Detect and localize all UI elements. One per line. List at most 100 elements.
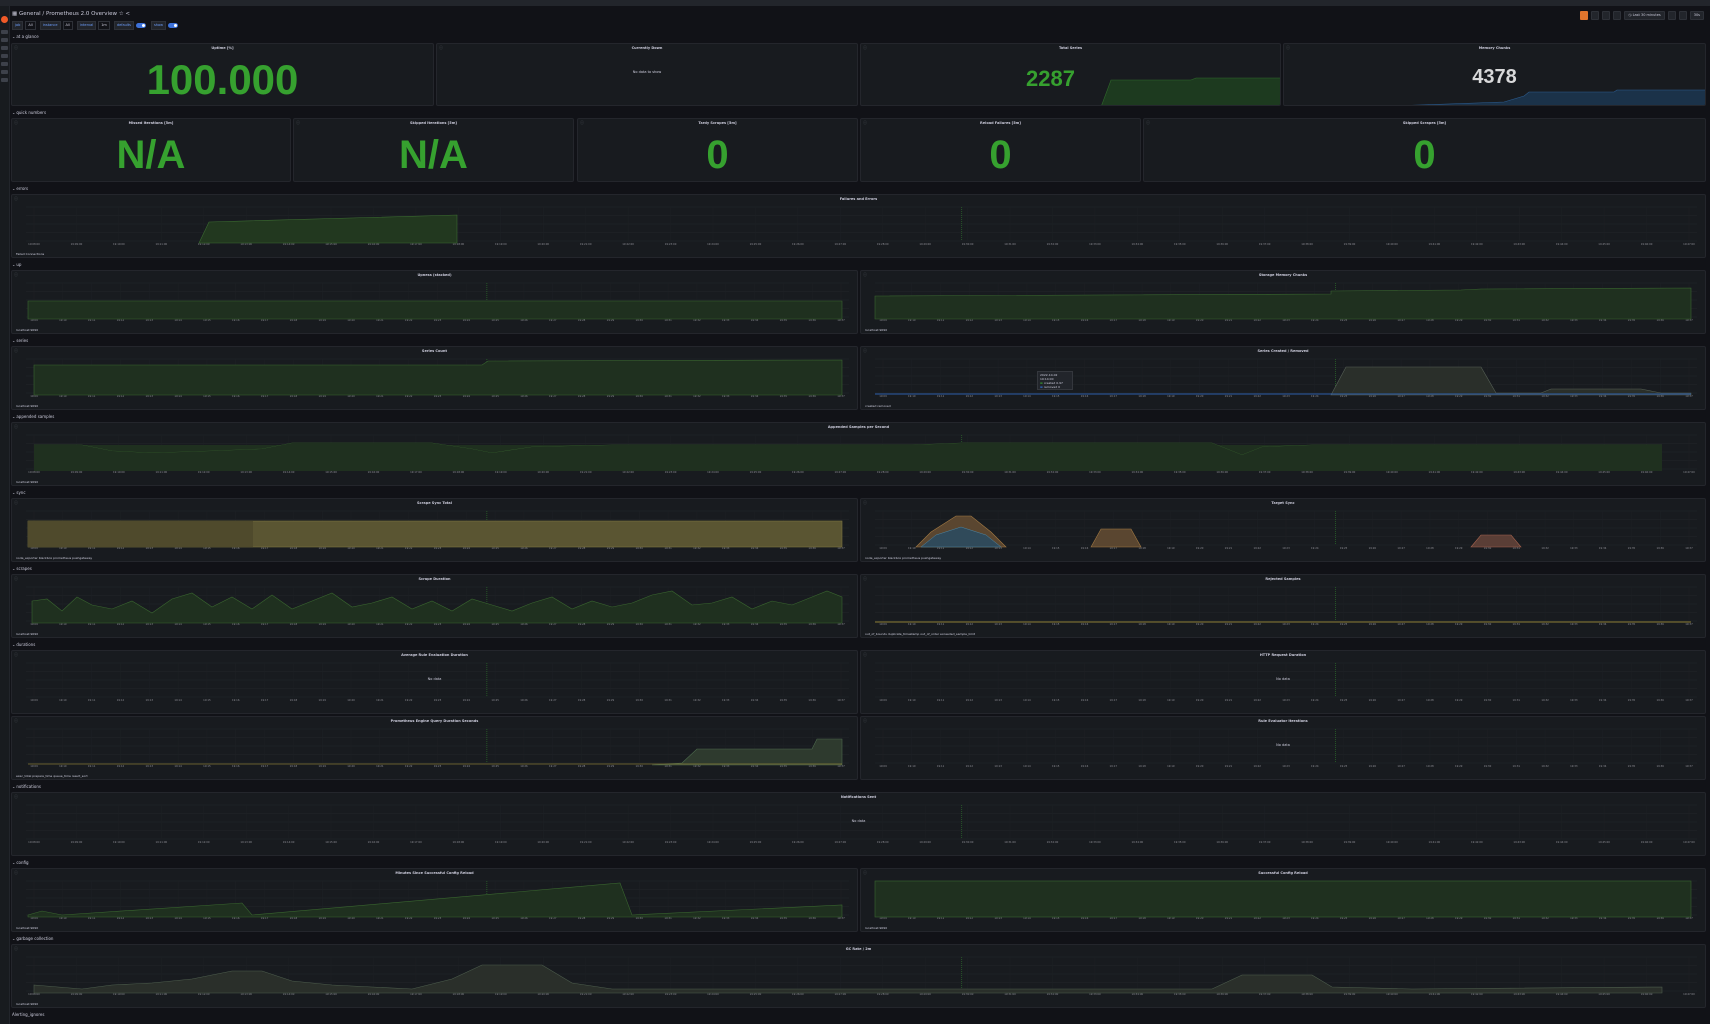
starred-icon[interactable] <box>1 38 8 42</box>
show-toggle[interactable] <box>168 22 179 28</box>
row-durations[interactable]: durations <box>12 642 35 647</box>
search-icon[interactable] <box>1 30 8 34</box>
panel-storage-memory-chunks[interactable]: 19:09 19:10 19:11 19:12 19:13 19:14 19:15 19:16… <box>860 270 1706 334</box>
legend[interactable]: localhost:9090 <box>865 926 887 930</box>
x-tick-label: 19:11 <box>937 764 945 768</box>
graph-grid: 19:09 19:10 19:11 19:12 19:13 19:14 19:15 19:16… <box>26 662 849 702</box>
breadcrumb-text[interactable]: General / Prometheus 2.0 Overview <box>19 11 117 17</box>
panel-minutes-since-reload[interactable]: 19:09 19:10 19:11 19:12 19:13 19:14 19:15 19:16… <box>11 868 858 932</box>
panel-target-sync[interactable]: 19:09 19:10 19:11 19:12 19:13 19:14 19:15 19:16… <box>860 498 1706 562</box>
panel-gc-rate[interactable]: 19:08:00 19:09:00 19:10:00 19:11:00 19:12:00… <box>11 944 1706 1008</box>
panel-memory-chunks[interactable]: ⓘ Memory Chunks 4378 <box>1283 43 1706 106</box>
panel-notifications-sent[interactable]: 19:08:00 19:09:00 19:10:00 19:11:00 19:12:00… <box>11 792 1706 856</box>
row-garbage-collection[interactable]: garbage collection <box>12 936 53 941</box>
row-quick-numbers[interactable]: quick numbers <box>12 110 46 115</box>
panel-title: Notifications Sent <box>840 795 877 799</box>
settings-icon[interactable] <box>1602 11 1611 20</box>
legend[interactable]: localhost:9090 <box>16 480 38 484</box>
panel-total-series[interactable]: ⓘ Total Series 2287 <box>860 43 1281 106</box>
toolbar: ◷ Last 30 minutes 30s <box>1580 11 1704 20</box>
panel-http-request[interactable]: 19:09 19:10 19:11 19:12 19:13 19:14 19:15 19:16… <box>860 650 1706 714</box>
panel-successful-reload[interactable]: 19:09 19:10 19:11 19:12 19:13 19:14 19:15 19:16… <box>860 868 1706 932</box>
x-tick-label: 19:30 <box>1484 698 1492 702</box>
panel-upness[interactable]: 19:09 19:10 19:11 19:12 19:13 19:14 19:15 19:16… <box>11 270 858 334</box>
legend[interactable]: localhost:9090 <box>16 632 38 636</box>
panel-query-engine[interactable]: 19:09 19:10 19:11 19:12 19:13 19:14 19:15 19:16… <box>11 716 858 780</box>
x-tick-label: 19:35 <box>1628 698 1636 702</box>
x-tick-label: 19:08:00 <box>28 840 40 844</box>
config-icon[interactable] <box>1 70 8 74</box>
legend[interactable]: node_exporter blackbox prometheus pushga… <box>865 556 941 560</box>
legend[interactable]: localhost:9090 <box>16 404 38 408</box>
panel-skipped-iterations[interactable]: ⓘ Skipped Iterations [5m] N/A <box>293 118 574 182</box>
var-label-job: job <box>12 20 24 30</box>
row-appended-samples[interactable]: appended samples <box>12 414 54 419</box>
tv-icon[interactable] <box>1613 11 1622 20</box>
grafana-logo-icon[interactable] <box>1 16 8 23</box>
row-config[interactable]: config <box>12 860 28 865</box>
panel-appended-samples[interactable]: 19:08:00 19:09:00 19:10:00 19:11:00 19:12:00… <box>11 422 1706 486</box>
panel-skipped-scrapes[interactable]: ⓘ Skipped Scrapes [5m] 0 <box>1143 118 1706 182</box>
panel-avg-rule-eval[interactable]: 19:09 19:10 19:11 19:12 19:13 19:14 19:15 19:16… <box>11 650 858 714</box>
x-tick-label: 19:21:00 <box>580 840 592 844</box>
x-tick-label: 19:33 <box>1570 698 1578 702</box>
legend[interactable]: localhost:9090 <box>865 328 887 332</box>
x-tick-label: 19:29 <box>607 698 615 702</box>
row-errors[interactable]: errors <box>12 186 28 191</box>
row-up[interactable]: up <box>12 262 21 267</box>
series-area <box>874 287 1692 320</box>
var-select-job[interactable]: All <box>25 20 36 30</box>
defaults-toggle[interactable] <box>135 22 146 28</box>
legend[interactable]: localhost:9090 <box>16 926 38 930</box>
breadcrumb[interactable]: ▦ General / Prometheus 2.0 Overview ☆ < <box>12 11 130 17</box>
legend[interactable]: localhost:9090 <box>16 328 38 332</box>
series-area <box>27 882 843 918</box>
row-alerting[interactable]: Alerting_ignores <box>12 1012 44 1017</box>
var-select-instance[interactable]: All <box>62 20 73 30</box>
x-tick-label: 19:32 <box>693 698 701 702</box>
x-tick-label: 19:25 <box>491 698 499 702</box>
row-series[interactable]: series <box>12 338 28 343</box>
x-tick-label: 19:26 <box>1369 698 1377 702</box>
no-data-message: No data <box>427 677 442 681</box>
row-notifications[interactable]: notifications <box>12 784 41 789</box>
panel-missed-iterations[interactable]: ⓘ Missed Iterations [5m] N/A <box>11 118 291 182</box>
zoom-out-icon[interactable] <box>1667 11 1676 20</box>
panel-scrape-sync-total[interactable]: 19:09 19:10 19:11 19:12 19:13 19:14 19:15 19:16… <box>11 498 858 562</box>
explore-icon[interactable] <box>1 54 8 58</box>
var-select-interval[interactable]: 1m <box>98 20 110 30</box>
save-icon[interactable] <box>1591 11 1600 20</box>
row-sync[interactable]: sync <box>12 490 25 495</box>
refresh-interval[interactable]: 30s <box>1689 11 1704 20</box>
panel-reload-failures[interactable]: ⓘ Reload Failures [5m] 0 <box>860 118 1141 182</box>
row-scrapes[interactable]: scrapes <box>12 566 31 571</box>
add-panel-button[interactable] <box>1580 11 1589 20</box>
panel-series-count[interactable]: 19:09 19:10 19:11 19:12 19:13 19:14 19:15 19:16… <box>11 346 858 410</box>
panel-series-created-removed[interactable]: 19:09 19:10 19:11 19:12 19:13 19:14 19:15 19:16… <box>860 346 1706 410</box>
panel-rule-eval[interactable]: 19:09 19:10 19:11 19:12 19:13 19:14 19:15 19:16… <box>860 716 1706 780</box>
x-tick-label: 19:17 <box>1110 764 1118 768</box>
panel-uptime[interactable]: ⓘ Uptime [%] 100.000 <box>11 43 434 106</box>
series-created-removed-graph <box>875 366 1692 396</box>
legend[interactable]: localhost:9090 <box>16 1002 38 1006</box>
time-range-picker[interactable]: ◷ Last 30 minutes <box>1624 11 1665 20</box>
legend[interactable]: exec_total prepare_time queue_time resul… <box>16 774 88 778</box>
legend[interactable]: out_of_bounds duplicate_timestamp out_of… <box>865 632 975 636</box>
x-tick-label: 19:12 <box>966 698 974 702</box>
admin-icon[interactable] <box>1 78 8 82</box>
panel-rejected-samples[interactable]: 19:09 19:10 19:11 19:12 19:13 19:14 19:15 19:16… <box>860 574 1706 638</box>
panel-scrape-duration[interactable]: 19:09 19:10 19:11 19:12 19:13 19:14 19:15 19:16… <box>11 574 858 638</box>
panel-currently-down[interactable]: ⓘ Currently Down No data to show <box>436 43 858 106</box>
alerting-icon[interactable] <box>1 62 8 66</box>
refresh-icon[interactable] <box>1678 11 1687 20</box>
reload-failures-value: 0 <box>989 133 1012 177</box>
legend[interactable]: Failed Connections <box>16 252 44 256</box>
legend[interactable]: node_exporter blackbox prometheus pushga… <box>16 556 92 560</box>
legend[interactable]: created removed <box>865 404 891 408</box>
x-tick-label: 19:35:00 <box>1174 840 1186 844</box>
x-tick-label: 19:13 <box>994 698 1002 702</box>
row-at-a-glance[interactable]: at a glance <box>12 34 38 39</box>
panel-tardy-scrapes[interactable]: ⓘ Tardy Scrapes [5m] 0 <box>577 118 858 182</box>
dashboards-icon[interactable] <box>1 46 8 50</box>
panel-failures-errors[interactable]: 19:08:00 19:09:00 19:10:00 19:11:00 19:12:00… <box>11 194 1706 258</box>
